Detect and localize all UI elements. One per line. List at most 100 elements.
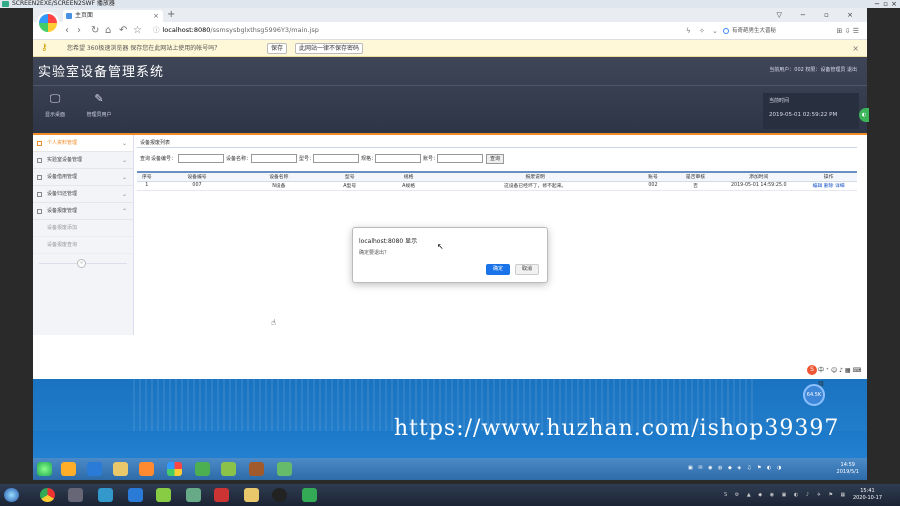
search-prefix: 查询: [140, 156, 151, 162]
outer-taskbar: S ⚙ ▲ ◆ ◉ ▣ ◐ ♪ ✈ ⚑ ▦ 15:41 2020-10-17: [0, 484, 900, 506]
browser-360-icon[interactable]: [167, 462, 182, 476]
sidebar-item-return[interactable]: 设备归还管理 ⌄: [33, 186, 133, 203]
toolbar-icons[interactable]: ⊞ ⇩ ☰: [837, 24, 859, 38]
player-icon[interactable]: [302, 488, 317, 502]
device-name-input[interactable]: [251, 154, 297, 163]
mouse-cursor-icon: ↖: [437, 242, 444, 251]
ie-icon[interactable]: [87, 462, 102, 476]
media-icon[interactable]: [139, 462, 154, 476]
ime-logo-icon: S: [807, 365, 817, 375]
edit-link[interactable]: 编辑: [813, 184, 823, 189]
cell: A型号: [320, 181, 380, 191]
taskbar-clock[interactable]: 15:41 2020-10-17: [853, 488, 882, 502]
undo-icon[interactable]: ↶: [119, 24, 127, 38]
spec-input[interactable]: [375, 154, 421, 163]
key-icon: ⚷: [41, 43, 48, 53]
sidebar-item-lab-equipment[interactable]: 实验室设备管理 ⌄: [33, 152, 133, 169]
app-icon[interactable]: [68, 488, 83, 502]
delete-link[interactable]: 删除: [824, 184, 834, 189]
site-info-icon: ⓘ: [153, 26, 160, 34]
lightning-icon[interactable]: ϟ: [686, 24, 691, 38]
speed-float-ball[interactable]: 64.5K: [803, 384, 825, 406]
new-tab-button[interactable]: +: [167, 8, 175, 22]
time-label: 当前时间: [769, 98, 790, 104]
sidebar-item-borrow[interactable]: 设备借用管理 ⌄: [33, 169, 133, 186]
field-label-model: 型号：: [299, 156, 315, 162]
sidebar: 个人资料管理 ⌄ 实验室设备管理 ⌄ 设备借用管理 ⌄ 设备归还管理 ⌄ 设备报…: [33, 135, 134, 335]
tab-title: 主页面: [75, 12, 94, 19]
app-icon[interactable]: [156, 488, 171, 502]
taskbar-clock[interactable]: 14:59 2019/5/1: [837, 462, 859, 476]
cancel-button[interactable]: 取消: [515, 264, 539, 275]
chevron-down-icon: ⌄: [121, 174, 127, 181]
player-close-icon[interactable]: ×: [891, 0, 897, 8]
detail-link[interactable]: 详细: [835, 184, 845, 189]
folder-icon[interactable]: [113, 462, 128, 476]
app-icon[interactable]: [128, 488, 143, 502]
player-maximize-icon[interactable]: ▫: [883, 0, 888, 8]
system-tray-icons[interactable]: S ⚙ ▲ ◆ ◉ ▣ ◐ ♪ ✈ ⚑ ▦: [724, 492, 848, 498]
device-no-input[interactable]: [178, 154, 224, 163]
flash-icon[interactable]: [214, 488, 229, 502]
user-info[interactable]: 当前用户：002 权限：设备管理员 退出: [769, 66, 857, 73]
app-icon[interactable]: [221, 462, 236, 476]
window-controls[interactable]: ▽ − ▫ ×: [776, 8, 861, 22]
nav-show-desktop[interactable]: 🖵 显示桌面: [37, 92, 73, 119]
op-cell: 编辑 删除 详细: [800, 181, 857, 191]
start-orb-icon[interactable]: [4, 488, 19, 502]
dropdown-chevron-icon[interactable]: ⌄: [712, 24, 718, 38]
sidebar-item-profile[interactable]: 个人资料管理 ⌄: [33, 135, 133, 152]
app-icon[interactable]: [98, 488, 113, 502]
cell: 这设备已经坏了，修不起来。: [438, 181, 633, 191]
nav-admin-users[interactable]: ✎ 管理员用户: [81, 93, 117, 119]
browser-logo-icon[interactable]: [37, 12, 59, 34]
input-method-bar[interactable]: S 中 ⁺ ☺ ♪ ▦ ⌨ ▥: [806, 364, 866, 387]
player-title: SCREEN2EXE/SCREEN2SWF 播放器: [12, 0, 115, 7]
sidebar-item-scrap[interactable]: 设备报废管理 ⌃: [33, 203, 133, 220]
sidebar-subitem-scrap-add[interactable]: 设备报废添加: [33, 220, 133, 237]
app-icon[interactable]: [61, 462, 76, 476]
favorite-star-icon[interactable]: ☆: [133, 24, 142, 38]
share-icon[interactable]: ✧: [699, 24, 705, 38]
clock-time: 15:41: [860, 488, 875, 494]
home-icon[interactable]: ⌂: [105, 24, 111, 38]
save-password-button[interactable]: 保存: [267, 43, 288, 54]
app-icon[interactable]: [195, 462, 210, 476]
app-icon[interactable]: [277, 462, 292, 476]
ok-button[interactable]: 确定: [486, 264, 510, 275]
chrome-icon[interactable]: [40, 488, 55, 502]
cell: 否: [673, 181, 718, 191]
search-input[interactable]: 有奇葩男生大晋秘: [723, 25, 823, 37]
close-icon[interactable]: ×: [852, 40, 859, 57]
app-title: 实验室设备管理系统: [38, 65, 165, 80]
folder-icon[interactable]: [244, 488, 259, 502]
qq-icon[interactable]: [272, 488, 287, 502]
player-minimize-icon[interactable]: −: [874, 0, 880, 8]
app-icon[interactable]: [249, 462, 264, 476]
column-header: 设备编号: [156, 172, 238, 182]
address-bar[interactable]: ⓘ localhost:8080/ssmsysbglxthsg5996Y3/mai…: [153, 24, 673, 37]
sidebar-item-label: 个人资料管理: [47, 140, 78, 146]
account-input[interactable]: [437, 154, 483, 163]
collapse-sidebar-icon[interactable]: «: [77, 259, 86, 268]
tab-close-icon[interactable]: ×: [153, 10, 159, 22]
sidebar-item-label: 设备借用管理: [47, 174, 78, 180]
side-float-badge[interactable]: ◐: [859, 108, 869, 122]
player-titlebar: SCREEN2EXE/SCREEN2SWF 播放器 − ▫ ×: [0, 0, 900, 8]
reload-icon[interactable]: ↻: [91, 24, 99, 38]
forward-icon[interactable]: ›: [77, 24, 81, 38]
cell: A规格: [379, 181, 439, 191]
search-button[interactable]: 查询: [486, 154, 505, 164]
never-save-button[interactable]: 此网站一律不保存密码: [295, 43, 364, 54]
tab-home[interactable]: 主页面 ×: [63, 10, 163, 22]
time-value: 2019-05-01 02:59:22 PM: [769, 112, 838, 118]
time-box: 当前时间 2019-05-01 02:59:22 PM: [763, 93, 859, 129]
start-orb-icon[interactable]: [37, 462, 52, 476]
back-icon[interactable]: ‹: [65, 24, 69, 38]
monitor-icon: 🖵: [49, 92, 61, 105]
sidebar-subitem-scrap-query[interactable]: 设备报废查询: [33, 237, 133, 254]
model-input[interactable]: [313, 154, 359, 163]
app-icon[interactable]: [186, 488, 201, 502]
system-tray-icons[interactable]: ▣ ✉ ◉ ◍ ◆ ◈ ♫ ⚑ ◐ ◑: [688, 465, 783, 471]
sidebar-item-label: 设备报废管理: [47, 208, 78, 214]
